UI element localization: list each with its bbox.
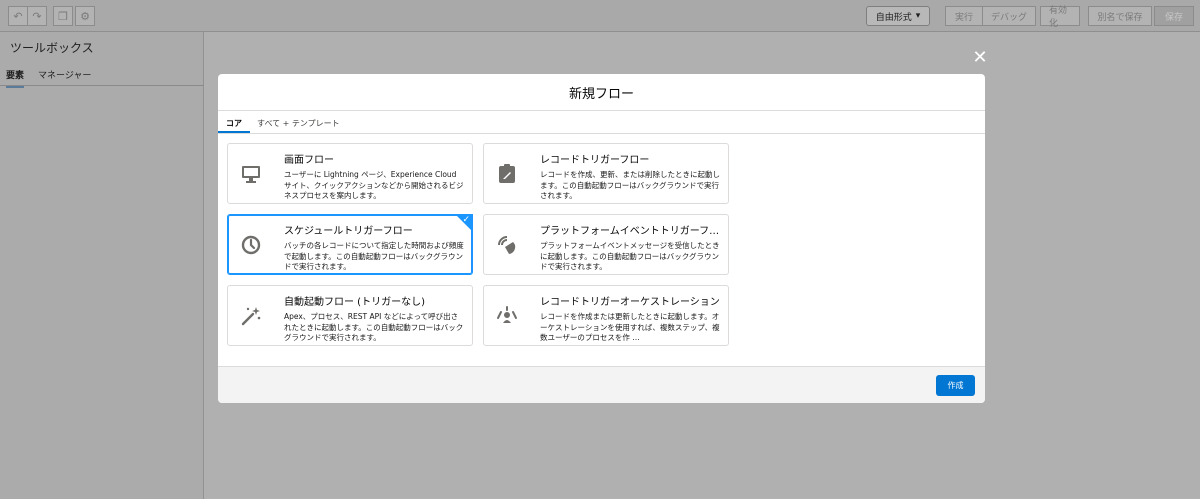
history-group: ↶ ↷ xyxy=(8,6,47,26)
copy-button[interactable]: ❐ xyxy=(53,6,73,26)
tab-core[interactable]: コア xyxy=(226,118,242,129)
modal-title: 新規フロー xyxy=(568,86,634,102)
save-as-button[interactable]: 別名で保存 xyxy=(1088,6,1152,26)
save-group: 別名で保存 保存 xyxy=(1088,6,1194,26)
run-group: 実行 デバッグ xyxy=(945,6,1036,26)
tab-manager[interactable]: マネージャー xyxy=(38,68,91,81)
run-button[interactable]: 実行 xyxy=(945,6,983,26)
gear-icon: ⚙ xyxy=(80,9,90,23)
card-schedule-triggered-flow[interactable]: スケジュールトリガーフロー バッチの各レコードについて指定した時間および頻度で起… xyxy=(227,214,473,275)
card-title: スケジュールトリガーフロー xyxy=(284,226,413,237)
card-title: 画面フロー xyxy=(284,155,334,166)
toolbox-panel: ツールボックス 要素 マネージャー xyxy=(0,32,204,499)
close-icon[interactable]: ✕ xyxy=(970,48,990,68)
redo-button[interactable]: ↷ xyxy=(27,6,47,26)
save-button[interactable]: 保存 xyxy=(1154,6,1194,26)
modal-footer: 作成 xyxy=(218,366,985,403)
card-description: バッチの各レコードについて指定した時間および頻度で起動します。この自動起動フロー… xyxy=(284,241,464,271)
mode-select[interactable]: 自由形式 ▾ xyxy=(866,6,930,26)
flow-type-grid: 画面フロー ユーザーに Lightning ページ、Experience Clo… xyxy=(218,134,985,366)
magic-wand-icon xyxy=(238,303,264,329)
card-record-triggered-flow[interactable]: レコードトリガーフロー レコードを作成、更新、または削除したときに起動します。こ… xyxy=(483,143,729,204)
debug-button[interactable]: デバッグ xyxy=(982,6,1036,26)
builder-toolbar: ↶ ↷ ❐ ⚙ 自由形式 ▾ 実行 デバッグ 有効化 別名で保存 保存 xyxy=(0,0,1200,32)
card-description: Apex、プロセス、REST API などによって呼び出されたときに起動します。… xyxy=(284,312,464,342)
tab-active-indicator xyxy=(218,131,250,133)
undo-button[interactable]: ↶ xyxy=(8,6,28,26)
card-title: プラットフォームイベントトリガーフ… xyxy=(540,226,720,237)
card-title: 自動起動フロー (トリガーなし) xyxy=(284,297,425,308)
check-icon: ✓ xyxy=(462,215,470,225)
activate-group: 有効化 xyxy=(1040,6,1080,29)
card-screen-flow[interactable]: 画面フロー ユーザーに Lightning ページ、Experience Clo… xyxy=(227,143,473,204)
settings-button[interactable]: ⚙ xyxy=(75,6,95,26)
redo-icon: ↷ xyxy=(32,9,42,23)
activate-button[interactable]: 有効化 xyxy=(1040,6,1080,29)
monitor-icon xyxy=(238,161,264,187)
modal-tabs: コア すべて + テンプレート xyxy=(218,111,985,134)
edit-group: ❐ ⚙ xyxy=(53,6,95,26)
caret-down-icon: ▾ xyxy=(915,11,921,21)
broadcast-icon xyxy=(494,232,520,258)
new-flow-modal: 新規フロー コア すべて + テンプレート 画面フロー ユーザーに Lightn… xyxy=(218,74,985,403)
tab-elements[interactable]: 要素 xyxy=(6,68,25,88)
card-description: プラットフォームイベントメッセージを受信したときに起動します。この自動起動フロー… xyxy=(540,241,720,271)
card-title: レコードトリガーフロー xyxy=(540,155,650,166)
mode-select-label: 自由形式 xyxy=(875,12,912,23)
card-platform-event-triggered-flow[interactable]: プラットフォームイベントトリガーフ… プラットフォームイベントメッセージを受信し… xyxy=(483,214,729,275)
card-record-triggered-orchestration[interactable]: レコードトリガーオーケストレーション レコードを作成または更新したときに起動しま… xyxy=(483,285,729,346)
card-description: レコードを作成、更新、または削除したときに起動します。この自動起動フローはバック… xyxy=(540,170,720,200)
tab-all-templates[interactable]: すべて + テンプレート xyxy=(257,118,340,129)
card-title: レコードトリガーオーケストレーション xyxy=(540,297,720,308)
orchestration-icon xyxy=(494,303,520,329)
create-button[interactable]: 作成 xyxy=(936,375,975,396)
toolbox-title: ツールボックス xyxy=(10,41,94,55)
undo-icon: ↶ xyxy=(13,9,23,23)
card-autolaunched-flow[interactable]: 自動起動フロー (トリガーなし) Apex、プロセス、REST API などによ… xyxy=(227,285,473,346)
clock-icon xyxy=(238,232,264,258)
copy-icon: ❐ xyxy=(58,9,68,23)
clipboard-icon xyxy=(494,161,520,187)
card-description: ユーザーに Lightning ページ、Experience Cloud サイト… xyxy=(284,170,464,200)
toolbox-tabs: 要素 マネージャー xyxy=(0,62,204,88)
modal-header: 新規フロー xyxy=(218,74,985,111)
card-description: レコードを作成または更新したときに起動します。オーケストレーションを使用すれば、… xyxy=(540,312,720,342)
